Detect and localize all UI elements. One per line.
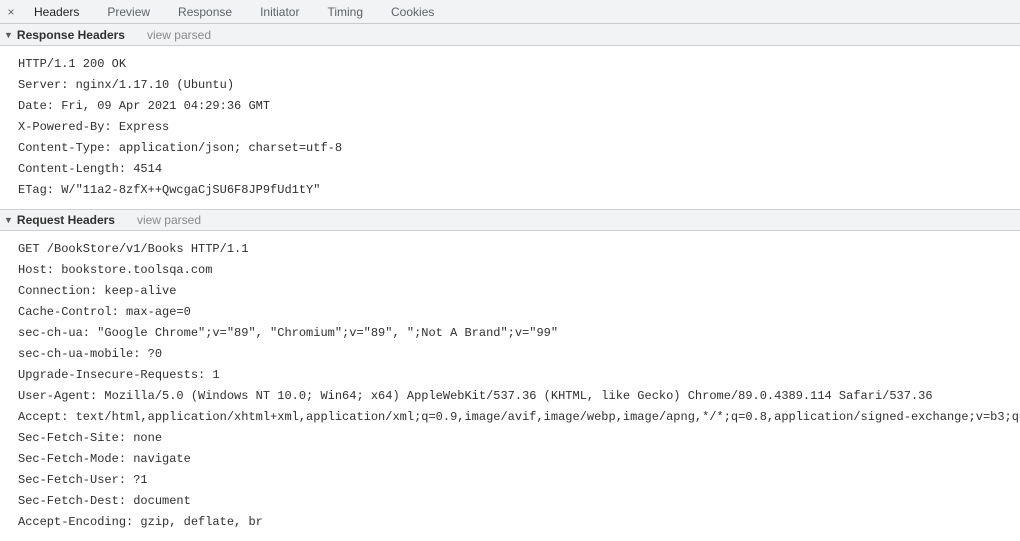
header-line: Sec-Fetch-Mode: navigate [18,449,1020,470]
request-headers-title: Request Headers [17,213,115,227]
header-line: Cache-Control: max-age=0 [18,302,1020,323]
view-parsed-link[interactable]: view parsed [147,28,211,42]
header-line: Host: bookstore.toolsqa.com [18,260,1020,281]
header-line: Sec-Fetch-Site: none [18,428,1020,449]
header-line: HTTP/1.1 200 OK [18,54,1020,75]
tab-bar: × Headers Preview Response Initiator Tim… [0,0,1020,24]
response-headers-section-header[interactable]: ▼ Response Headers view parsed [0,24,1020,46]
close-icon[interactable]: × [2,5,20,19]
header-line: Content-Length: 4514 [18,159,1020,180]
tab-preview[interactable]: Preview [93,0,164,24]
tab-timing[interactable]: Timing [313,0,377,24]
view-parsed-link[interactable]: view parsed [137,213,201,227]
header-line: ETag: W/"11a2-8zfX++QwcgaCjSU6F8JP9fUd1t… [18,180,1020,201]
header-line: Sec-Fetch-User: ?1 [18,470,1020,491]
header-line: sec-ch-ua: "Google Chrome";v="89", "Chro… [18,323,1020,344]
header-line: Accept-Encoding: gzip, deflate, br [18,512,1020,533]
chevron-down-icon[interactable]: ▼ [4,30,13,40]
tab-response[interactable]: Response [164,0,246,24]
tab-headers[interactable]: Headers [20,0,93,24]
header-line: User-Agent: Mozilla/5.0 (Windows NT 10.0… [18,386,1020,407]
header-line: Date: Fri, 09 Apr 2021 04:29:36 GMT [18,96,1020,117]
response-headers-body: HTTP/1.1 200 OK Server: nginx/1.17.10 (U… [0,46,1020,209]
response-headers-title: Response Headers [17,28,125,42]
header-line: Content-Type: application/json; charset=… [18,138,1020,159]
chevron-down-icon[interactable]: ▼ [4,215,13,225]
header-line: Sec-Fetch-Dest: document [18,491,1020,512]
request-headers-body: GET /BookStore/v1/Books HTTP/1.1 Host: b… [0,231,1020,541]
tab-cookies[interactable]: Cookies [377,0,448,24]
header-line: sec-ch-ua-mobile: ?0 [18,344,1020,365]
header-line: Accept: text/html,application/xhtml+xml,… [18,407,1020,428]
tab-initiator[interactable]: Initiator [246,0,313,24]
header-line: Server: nginx/1.17.10 (Ubuntu) [18,75,1020,96]
request-headers-section-header[interactable]: ▼ Request Headers view parsed [0,209,1020,231]
header-line: Connection: keep-alive [18,281,1020,302]
header-line: X-Powered-By: Express [18,117,1020,138]
header-line: Upgrade-Insecure-Requests: 1 [18,365,1020,386]
header-line: GET /BookStore/v1/Books HTTP/1.1 [18,239,1020,260]
